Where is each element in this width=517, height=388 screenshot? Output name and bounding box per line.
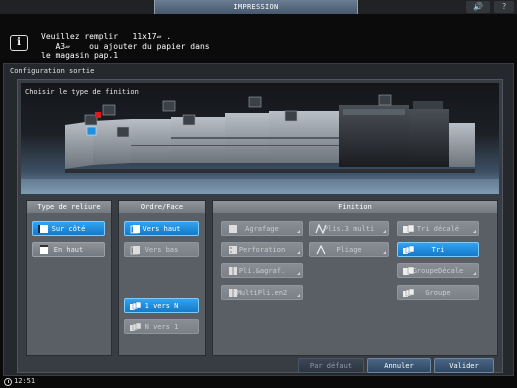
group-title: Type de reliure <box>27 201 111 213</box>
button-label: Groupe <box>425 289 451 297</box>
status-bar: 12:51 <box>0 376 517 388</box>
submenu-indicator <box>383 251 386 254</box>
submenu-indicator <box>297 272 300 275</box>
output-settings-panel: Configuration sortie Choisir le type de … <box>3 63 514 376</box>
message-line: le magasin pap.1 <box>41 51 119 60</box>
printer-image <box>21 94 499 194</box>
clock-time: 12:51 <box>14 377 36 385</box>
multi-half-fold-button[interactable]: MultiPli.en2 <box>221 285 303 300</box>
button-label: Vers haut <box>142 225 181 233</box>
tri-fold-button[interactable]: Plis.3 multi <box>309 221 389 236</box>
button-label: Plis.3 multi <box>323 225 375 233</box>
button-label: Tri <box>431 246 445 254</box>
submenu-indicator <box>473 230 476 233</box>
face-down-button[interactable]: Vers bas <box>124 242 199 257</box>
group-button[interactable]: Groupe <box>397 285 479 300</box>
button-label: 1 vers N <box>144 302 179 310</box>
ok-button[interactable]: Valider <box>434 358 494 373</box>
submenu-indicator <box>297 251 300 254</box>
status-message: Veuillez remplir 11x17▱ . A3▱ ou ajouter… <box>41 32 210 61</box>
punch-button[interactable]: Perforation <box>221 242 303 257</box>
submenu-indicator <box>383 230 386 233</box>
fold-staple-button[interactable]: Pli.&agraf. <box>221 263 303 278</box>
info-icon: i <box>10 35 28 51</box>
tab-impression[interactable]: IMPRESSION <box>154 0 358 14</box>
panel-title: Configuration sortie <box>10 67 95 75</box>
n-to-one-button[interactable]: N vers 1 <box>124 319 199 334</box>
group-offset-button[interactable]: GroupeDécale <box>397 263 479 278</box>
button-label: MultiPli.en2 <box>236 289 288 297</box>
button-label: GroupeDécale <box>412 267 464 275</box>
offset-sort-button[interactable]: Tri décalé <box>397 221 479 236</box>
message-line: A3▱ ou ajouter du papier dans <box>41 41 210 51</box>
group-title: Ordre/Face <box>119 201 205 213</box>
button-label: Agrafage <box>245 225 279 233</box>
button-label: Sur côté <box>51 225 86 233</box>
binding-type-group: Type de reliure Sur côté En haut <box>26 200 112 356</box>
side-binding-button[interactable]: Sur côté <box>32 221 105 236</box>
top-bar: IMPRESSION 🔊 ? <box>0 0 517 14</box>
stapling-button[interactable]: Agrafage <box>221 221 303 236</box>
top-binding-button[interactable]: En haut <box>32 242 105 257</box>
page-title: Choisir le type de finition <box>25 88 139 96</box>
default-button[interactable]: Par défaut <box>298 358 364 373</box>
button-label: Pliage <box>336 246 362 254</box>
fold-button[interactable]: Pliage <box>309 242 389 257</box>
help-button[interactable]: ? <box>494 1 514 13</box>
button-label: En haut <box>53 246 84 254</box>
message-bar: i Veuillez remplir 11x17▱ . A3▱ ou ajout… <box>0 14 517 60</box>
machine-illustration: Choisir le type de finition <box>21 83 499 194</box>
message-line: Veuillez remplir 11x17▱ . <box>41 32 172 41</box>
submenu-indicator <box>473 272 476 275</box>
clock-icon <box>4 378 12 386</box>
one-to-n-button[interactable]: 1 vers N <box>124 298 199 313</box>
order-face-group: Ordre/Face Vers haut Vers bas 1 vers N N… <box>118 200 206 356</box>
volume-button[interactable]: 🔊 <box>466 1 490 13</box>
cancel-button[interactable]: Annuler <box>367 358 431 373</box>
group-title: Finition <box>213 201 497 213</box>
button-label: Perforation <box>238 246 286 254</box>
finishing-group: Finition Agrafage Plis.3 multi Tri décal… <box>212 200 498 356</box>
submenu-indicator <box>297 230 300 233</box>
button-label: Vers bas <box>144 246 179 254</box>
speaker-icon: 🔊 <box>473 2 483 11</box>
finishing-settings-area: Choisir le type de finition Type de reli… <box>17 79 503 373</box>
face-up-button[interactable]: Vers haut <box>124 221 199 236</box>
button-label: Pli.&agraf. <box>238 267 286 275</box>
button-label: Tri décalé <box>416 225 460 233</box>
sort-button[interactable]: Tri <box>397 242 479 257</box>
submenu-indicator <box>297 294 300 297</box>
button-label: N vers 1 <box>144 323 179 331</box>
